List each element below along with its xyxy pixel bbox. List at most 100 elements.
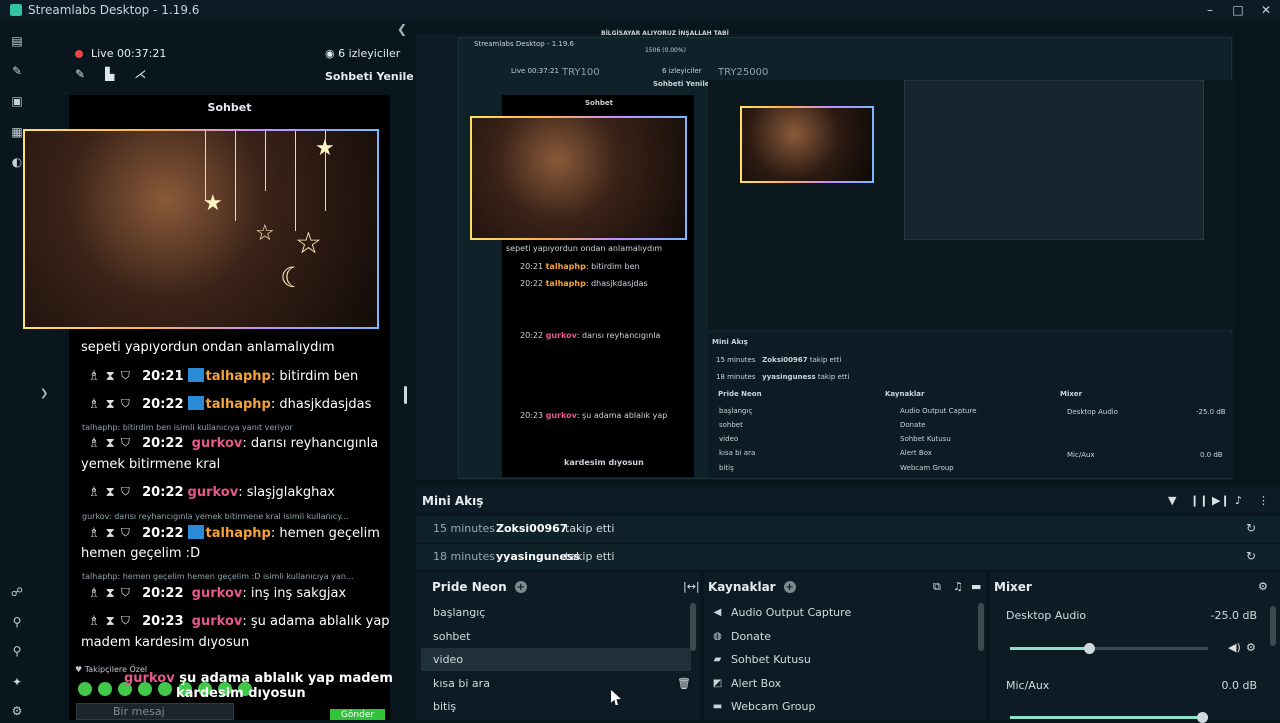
edit-icon[interactable]: ✎ [75, 67, 85, 81]
desktop-audio-slider[interactable] [1010, 643, 1208, 654]
close-button[interactable]: ✕ [1252, 0, 1280, 20]
scenes-header: Pride Neon + [432, 580, 527, 594]
message-actions-icon[interactable]: ♗⧗⛉ [88, 436, 136, 451]
slider-knob[interactable] [1197, 712, 1208, 723]
maximize-button[interactable]: □ [1224, 0, 1252, 20]
minimize-button[interactable]: – [1196, 0, 1224, 20]
message-actions-icon[interactable]: ♗⧗⛉ [88, 369, 136, 384]
star-light-icon: ☆ [255, 221, 275, 246]
user-badge-icon [187, 396, 204, 410]
settings-icon[interactable]: ⚙ [10, 704, 24, 718]
message-actions-icon[interactable]: ♗⧗⛉ [88, 397, 136, 412]
webcam-overlay: ★ ☆ ☆ ★ ☾ [23, 129, 379, 329]
layout-icon[interactable]: ▦ [10, 125, 24, 139]
chat-icon[interactable]: ◐ [10, 155, 24, 169]
message-actions-icon[interactable]: ♗⧗⛉ [88, 526, 136, 541]
scene-item[interactable]: kısa bi ara [421, 672, 691, 695]
delete-icon[interactable]: 🗑 [677, 677, 691, 690]
discord-icon[interactable]: ☍ [10, 585, 24, 599]
preview-webcam [470, 116, 687, 240]
scene-item-active[interactable]: video [421, 648, 691, 671]
chat-header: Sohbet [69, 95, 390, 119]
preview-event: 15 minutes Zoksi00967 takip etti [716, 356, 842, 364]
add-source-icon[interactable]: + [783, 581, 796, 593]
mixer-settings-icon[interactable]: ⚙ [1258, 580, 1268, 593]
mixer-channel-name: Mic/Aux [1006, 679, 1050, 692]
preview-try2: TRY25000 [718, 67, 769, 78]
alert-line-2: kardesim dıyosun [176, 686, 306, 701]
message-actions-icon[interactable]: ♗⧗⛉ [88, 485, 136, 500]
source-item[interactable]: ◀ Audio Output Capture [712, 601, 974, 624]
collapse-chat-icon[interactable]: ❮ [397, 22, 407, 36]
skip-icon[interactable]: ▶❙ [1212, 494, 1230, 507]
add-scene-icon[interactable]: + [514, 581, 527, 593]
source-item[interactable]: ◩ Alert Box [712, 672, 974, 695]
slider-fill [1010, 716, 1208, 719]
filter-icon[interactable]: ▼ [1168, 494, 1176, 507]
emote-icon[interactable] [98, 682, 112, 696]
preview-live: Live 00:37:21 [511, 67, 559, 75]
scenes-scrollbar[interactable] [690, 603, 696, 651]
source-item[interactable]: ◍ Donate [712, 625, 974, 648]
preview-stat: 1506 (0.00%) [645, 47, 686, 54]
scene-collection-name[interactable]: Pride Neon [432, 580, 507, 594]
chat-input-placeholder: Bir mesaj [113, 705, 165, 718]
chat-message: ♗⧗⛉ 20:22 gurkov: slaşjglakghax [88, 485, 335, 500]
emote-icon[interactable] [78, 682, 92, 696]
slider-knob[interactable] [1084, 643, 1095, 654]
live-timer: Live 00:37:21 [91, 47, 167, 60]
chat-message: ♗⧗⛉ 20:22 talhaphp: hemen geçelim [88, 525, 380, 541]
preview-scenes-title: Pride Neon [718, 390, 762, 398]
channel-settings-icon[interactable]: ⚙ [1246, 641, 1256, 654]
preview-scene: kısa bi ara [719, 449, 756, 457]
transition-icon[interactable]: |↔| [683, 580, 700, 593]
reply-notice: gurkov: darısı reyhancıgınla yemek bitir… [82, 512, 349, 521]
chat-message-input[interactable]: Bir mesaj [76, 703, 234, 720]
folder-icon: ▬ [712, 701, 723, 712]
folder-icon[interactable]: ▬ [971, 580, 981, 593]
message-actions-icon[interactable]: ♗⧗⛉ [88, 614, 136, 629]
repeat-alert-icon[interactable]: ↻ [1246, 521, 1256, 535]
source-audio-icon[interactable]: ♫ [953, 580, 963, 593]
mixer-title: Mixer [994, 580, 1032, 594]
more-icon[interactable]: ⋮ [1258, 494, 1269, 507]
expand-nav-icon[interactable]: ❯ [40, 388, 48, 399]
chat-message: ♗⧗⛉ 20:21 talhaphp: bitirdim ben [88, 368, 359, 384]
preview-nested-window [904, 80, 1204, 240]
effects-icon[interactable]: ✦ [10, 675, 24, 689]
popout-icon[interactable]: ▙ [105, 67, 114, 81]
themes-icon[interactable]: ✎ [10, 64, 24, 78]
sources-scrollbar[interactable] [978, 603, 984, 651]
mixer-scrollbar[interactable] [1270, 606, 1276, 646]
editor-icon[interactable]: ▤ [10, 34, 24, 48]
share-icon[interactable]: ⚲ [10, 644, 24, 658]
message-actions-icon[interactable]: ♗⧗⛉ [88, 586, 136, 601]
source-item[interactable]: ▬ Webcam Group [712, 695, 974, 718]
refresh-chat-button[interactable]: Sohbeti Yenile [325, 70, 414, 83]
repeat-alert-icon[interactable]: ↻ [1246, 549, 1256, 563]
scene-item[interactable]: sohbet [421, 625, 691, 648]
scene-item[interactable]: başlangıç [421, 601, 691, 624]
mini-feed-title: Mini Akış [422, 494, 484, 508]
studio-icon[interactable]: ▣ [10, 94, 24, 108]
source-item[interactable]: ▰ Sohbet Kutusu [712, 648, 974, 671]
reply-notice: talhaphp: hemen geçelim hemen geçelim :D… [82, 572, 354, 581]
alert-icon: ◩ [712, 678, 723, 689]
preview-mixer-title: Mixer [1060, 390, 1083, 398]
window-controls: – □ ✕ [1196, 0, 1280, 20]
mic-slider[interactable] [1010, 712, 1208, 723]
globe-icon: ◍ [713, 631, 722, 642]
scene-item[interactable]: bitiş [421, 695, 691, 718]
preview-scene: video [719, 435, 739, 443]
eye-icon: ◉ [325, 47, 339, 60]
pause-icon[interactable]: ❙❙ [1190, 494, 1208, 507]
send-button[interactable]: Gönder [330, 709, 385, 720]
mute-icon[interactable]: ◀) [1228, 641, 1241, 654]
mixer-channel-db: -25.0 dB [1210, 609, 1258, 622]
link-icon[interactable]: ⚲ [10, 615, 24, 629]
panel-resize-handle[interactable] [404, 386, 407, 404]
mixer-channel-name: Desktop Audio [1006, 609, 1087, 622]
source-group-icon[interactable]: ⧉ [933, 580, 941, 594]
bell-icon[interactable]: ♪ [1235, 494, 1242, 507]
share-chat-icon[interactable]: ⋌ [134, 67, 146, 81]
